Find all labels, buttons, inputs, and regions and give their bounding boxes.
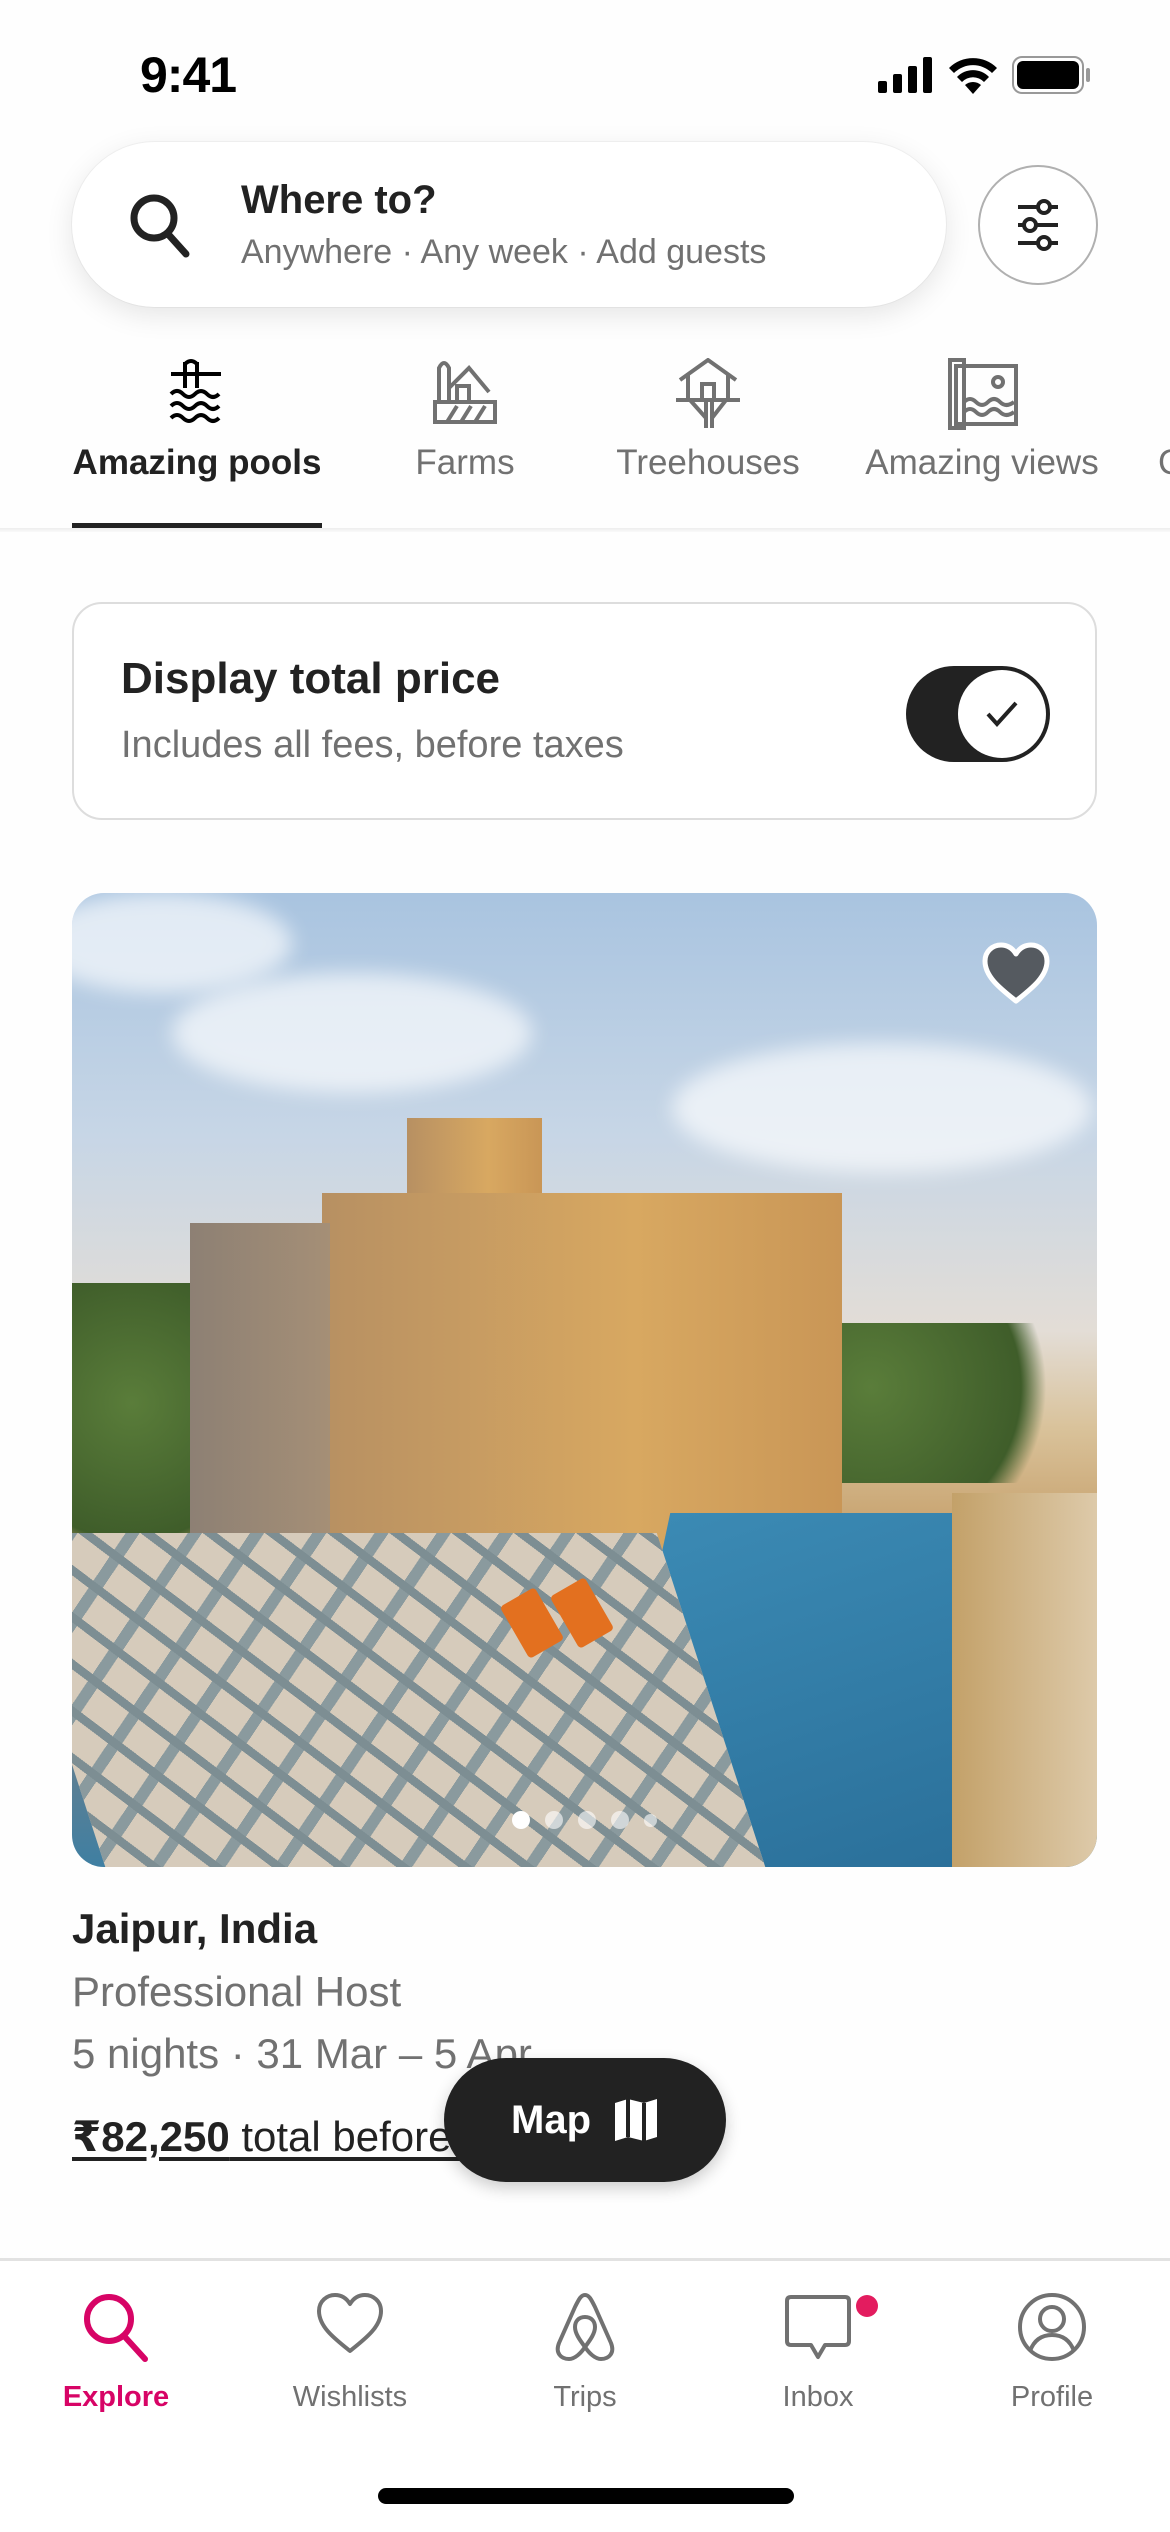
pagination-dot[interactable] [644,1813,657,1827]
pagination-dot[interactable] [545,1811,563,1829]
tab-farms[interactable]: Farms [395,340,535,532]
checkmark-icon [986,701,1018,727]
battery-icon [1012,56,1090,94]
tab-label: C [1158,443,1170,483]
nav-profile[interactable]: Profile [952,2281,1152,2421]
home-indicator[interactable] [378,2488,794,2504]
search-icon [84,2294,148,2362]
total-price-toggle[interactable] [906,666,1050,762]
tab-amazing-views[interactable]: Amazing views [852,340,1112,532]
treehouse-icon [676,358,740,428]
listing-title[interactable]: Jaipur, India [72,1905,317,1953]
status-time: 9:41 [140,47,237,103]
tab-label: Amazing views [865,443,1099,482]
map-icon [615,2099,657,2141]
toggle-knob [958,670,1046,758]
tab-treehouses[interactable]: Treehouses [606,340,810,532]
nav-inbox[interactable]: Inbox [718,2281,918,2421]
message-icon [785,2295,851,2359]
wifi-icon [949,58,997,94]
tab-label: Farms [415,443,515,482]
farm-icon [433,361,497,424]
search-icon [130,194,190,258]
search-subtitle[interactable]: Anywhere · Any week · Add guests [241,233,766,272]
photo-cloud [72,893,292,993]
price-amount: ₹82,250 [72,2113,230,2160]
listing-photo[interactable] [72,893,1097,1867]
view-icon [948,358,1018,430]
status-icons [878,56,1092,94]
nav-label: Inbox [782,2381,854,2413]
nav-label: Trips [553,2381,617,2413]
nav-label: Explore [62,2381,170,2413]
nav-trips[interactable]: Trips [485,2281,685,2421]
nav-label: Wishlists [292,2381,408,2413]
airbnb-logo-icon [555,2293,615,2361]
photo-building [190,1223,330,1583]
nav-label: Profile [1010,2381,1094,2413]
nav-explore[interactable]: Explore [16,2281,216,2421]
filters-button[interactable] [978,165,1098,285]
display-total-price-card: Display total price Includes all fees, b… [72,602,1097,820]
map-button[interactable]: Map [444,2058,726,2182]
photo-cloud [172,973,532,1093]
sliders-icon [1018,199,1058,251]
divider [0,528,1170,532]
price-toggle-subtitle: Includes all fees, before taxes [121,724,624,766]
tab-partial[interactable]: C [1158,340,1170,532]
status-bar: 9:41 [0,0,1170,130]
pagination-dot[interactable] [611,1811,629,1829]
pagination-dot[interactable] [578,1811,596,1829]
cellular-signal-icon [878,57,932,93]
pagination-dot[interactable] [512,1811,530,1829]
photo-pagination [72,1811,1097,1829]
pool-icon [169,359,221,423]
search-title[interactable]: Where to? [241,178,437,223]
nav-wishlists[interactable]: Wishlists [250,2281,450,2421]
map-button-label: Map [511,2097,591,2142]
photo-cloud [672,1043,1092,1173]
price-toggle-title: Display total price [121,654,501,703]
tab-amazing-pools[interactable]: Amazing pools [72,340,322,532]
tab-label: Amazing pools [72,443,322,482]
search-bar[interactable] [72,142,946,307]
tab-label: Treehouses [616,443,800,482]
profile-icon [1018,2293,1086,2361]
heart-icon [317,2293,383,2353]
inbox-notification-badge [856,2295,878,2317]
listing-dates: 5 nights · 31 Mar – 5 Apr [72,2030,532,2077]
category-tabs: Amazing pools Farms Treehouses Amazing v… [0,340,1170,532]
listing-host: Professional Host [72,1968,402,2015]
wishlist-heart-icon[interactable] [981,941,1051,1005]
